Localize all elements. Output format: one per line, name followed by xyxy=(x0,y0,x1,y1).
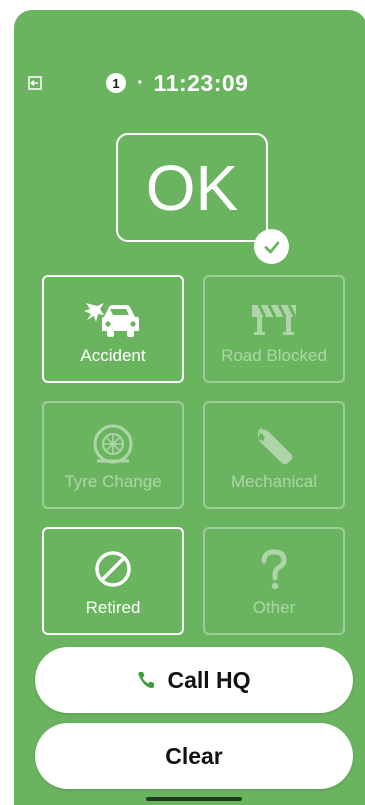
call-hq-button[interactable]: Call HQ xyxy=(35,647,353,713)
tile-retired[interactable]: Retired xyxy=(42,527,184,635)
tile-mechanical[interactable]: Mechanical xyxy=(203,401,345,509)
header: 1 · 11:23:09 xyxy=(14,68,365,98)
tile-label: Retired xyxy=(85,598,141,617)
tile-road-blocked[interactable]: Road Blocked xyxy=(203,275,345,383)
clear-label: Clear xyxy=(165,742,223,769)
status-ok-box[interactable]: OK xyxy=(116,133,268,242)
clear-button[interactable]: Clear xyxy=(35,723,353,789)
app-screen: 1 · 11:23:09 OK Accident Road Blocked Ty… xyxy=(14,10,365,805)
question-icon xyxy=(205,549,343,590)
call-hq-label: Call HQ xyxy=(167,666,251,693)
tyre-icon xyxy=(44,423,182,464)
wrench-icon xyxy=(205,423,343,465)
separator: · xyxy=(137,71,144,94)
road-barrier-icon xyxy=(205,297,343,337)
tile-label: Tyre Change xyxy=(64,472,162,491)
check-circle-icon xyxy=(254,229,289,264)
tile-other[interactable]: Other xyxy=(203,527,345,635)
header-status: 1 · 11:23:09 xyxy=(106,68,248,98)
no-entry-icon xyxy=(44,549,182,589)
tile-label: Other xyxy=(252,598,296,617)
home-indicator[interactable] xyxy=(146,797,242,801)
tile-accident[interactable]: Accident xyxy=(42,275,184,383)
tile-label: Mechanical xyxy=(231,472,317,491)
status-label: OK xyxy=(145,151,239,224)
tile-label: Road Blocked xyxy=(221,346,327,365)
clock-time: 11:23:09 xyxy=(153,69,249,96)
exit-icon[interactable] xyxy=(28,76,42,90)
tile-tyre-change[interactable]: Tyre Change xyxy=(42,401,184,509)
car-crash-icon xyxy=(44,297,182,337)
tile-label: Accident xyxy=(80,346,146,365)
phone-icon xyxy=(137,671,155,689)
count-badge: 1 xyxy=(106,73,126,93)
